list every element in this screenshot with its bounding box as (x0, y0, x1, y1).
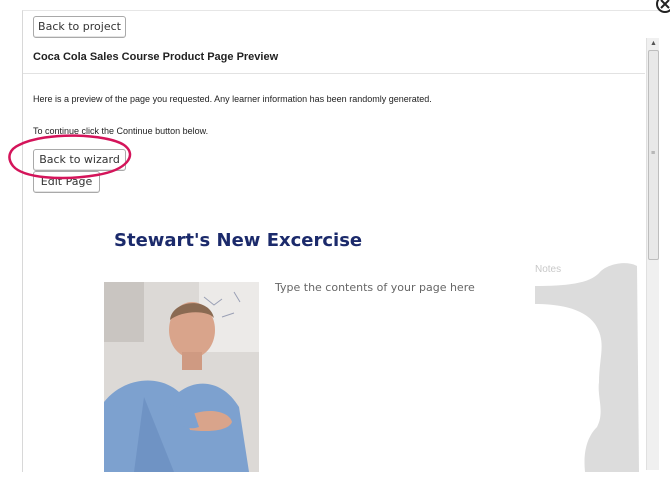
intro-text: Here is a preview of the page you reques… (33, 94, 432, 104)
vertical-scrollbar[interactable]: ▲ ≡ (646, 38, 659, 470)
grip-icon: ≡ (651, 150, 656, 157)
panel-title: Coca Cola Sales Course Product Page Prev… (33, 51, 279, 63)
edit-page-button[interactable]: Edit Page (33, 171, 100, 193)
close-icon[interactable] (655, 0, 670, 14)
continue-instruction: To continue click the Continue button be… (33, 126, 209, 136)
back-to-project-button[interactable]: Back to project (33, 16, 126, 38)
page-heading: Stewart's New Excercise (114, 230, 363, 251)
scroll-thumb[interactable]: ≡ (648, 50, 659, 260)
page-content-placeholder[interactable]: Type the contents of your page here (275, 281, 475, 294)
divider (23, 73, 645, 74)
scroll-up-arrow-icon[interactable]: ▲ (647, 38, 660, 50)
presenter-photo (104, 282, 259, 472)
back-to-wizard-button[interactable]: Back to wizard (33, 149, 126, 171)
notes-panel (535, 263, 639, 472)
notes-label: Notes (535, 264, 562, 275)
